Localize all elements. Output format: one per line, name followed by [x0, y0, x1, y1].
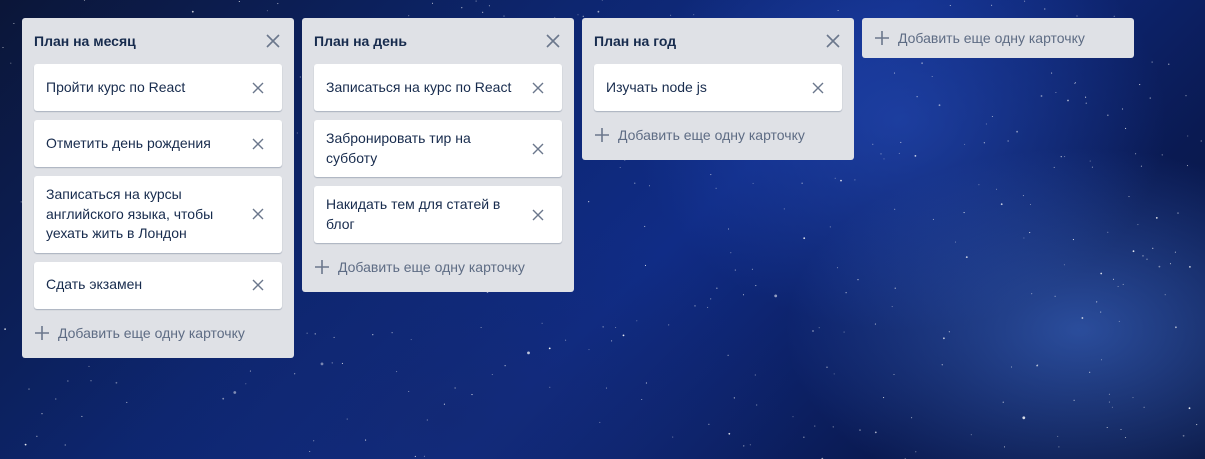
close-icon[interactable]: [528, 205, 548, 225]
card[interactable]: Записаться на курсы английского языка, ч…: [34, 176, 282, 253]
list-header: План на день: [314, 18, 562, 64]
close-icon[interactable]: [248, 134, 268, 154]
add-card-button[interactable]: Добавить еще одну карточку: [34, 318, 282, 348]
card-text: Накидать тем для статей в блог: [326, 196, 501, 232]
add-list-label: Добавить еще одну карточку: [898, 30, 1085, 46]
close-icon[interactable]: [262, 30, 284, 52]
card[interactable]: Сдать экзамен: [34, 261, 282, 309]
add-card-label: Добавить еще одну карточку: [58, 324, 245, 341]
plus-icon: [34, 325, 50, 341]
list-column: План на месяц Пройти курс по React Отмет…: [22, 18, 294, 358]
board: План на месяц Пройти курс по React Отмет…: [0, 0, 1205, 459]
card-text: Забронировать тир на субботу: [326, 130, 471, 166]
add-card-label: Добавить еще одну карточку: [338, 259, 525, 275]
list-title[interactable]: План на месяц: [34, 33, 136, 49]
list-header: План на месяц: [34, 18, 282, 64]
add-list-button[interactable]: Добавить еще одну карточку: [862, 18, 1134, 58]
list-header: План на год: [594, 18, 842, 64]
card-text: Записаться на курс по React: [326, 78, 512, 95]
close-icon[interactable]: [542, 30, 564, 52]
card-text: Отметить день рождения: [46, 134, 211, 151]
plus-icon: [874, 30, 890, 46]
close-icon[interactable]: [528, 139, 548, 159]
card[interactable]: Пройти курс по React: [34, 64, 282, 111]
list-title[interactable]: План на день: [314, 33, 407, 49]
card[interactable]: Накидать тем для статей в блог: [314, 186, 562, 243]
card-text: Изучать node js: [606, 78, 707, 95]
close-icon[interactable]: [808, 78, 828, 98]
add-card-button[interactable]: Добавить еще одну карточку: [314, 252, 562, 282]
card-text: Сдать экзамен: [46, 276, 143, 293]
card[interactable]: Забронировать тир на субботу: [314, 120, 562, 177]
card[interactable]: Отметить день рождения: [34, 120, 282, 167]
list-column: План на год Изучать node js Добавить еще…: [582, 18, 854, 160]
close-icon[interactable]: [248, 275, 268, 295]
list-column: План на день Записаться на курс по React…: [302, 18, 574, 292]
close-icon[interactable]: [248, 78, 268, 98]
close-icon[interactable]: [248, 204, 268, 224]
card[interactable]: Записаться на курс по React: [314, 64, 562, 111]
add-card-button[interactable]: Добавить еще одну карточку: [594, 120, 842, 150]
plus-icon: [314, 259, 330, 275]
card-text: Записаться на курсы английского языка, ч…: [46, 186, 214, 241]
close-icon[interactable]: [822, 30, 844, 52]
add-card-label: Добавить еще одну карточку: [618, 127, 805, 143]
card[interactable]: Изучать node js: [594, 64, 842, 111]
plus-icon: [594, 127, 610, 143]
card-text: Пройти курс по React: [46, 78, 186, 95]
close-icon[interactable]: [528, 78, 548, 98]
list-title[interactable]: План на год: [594, 33, 676, 49]
